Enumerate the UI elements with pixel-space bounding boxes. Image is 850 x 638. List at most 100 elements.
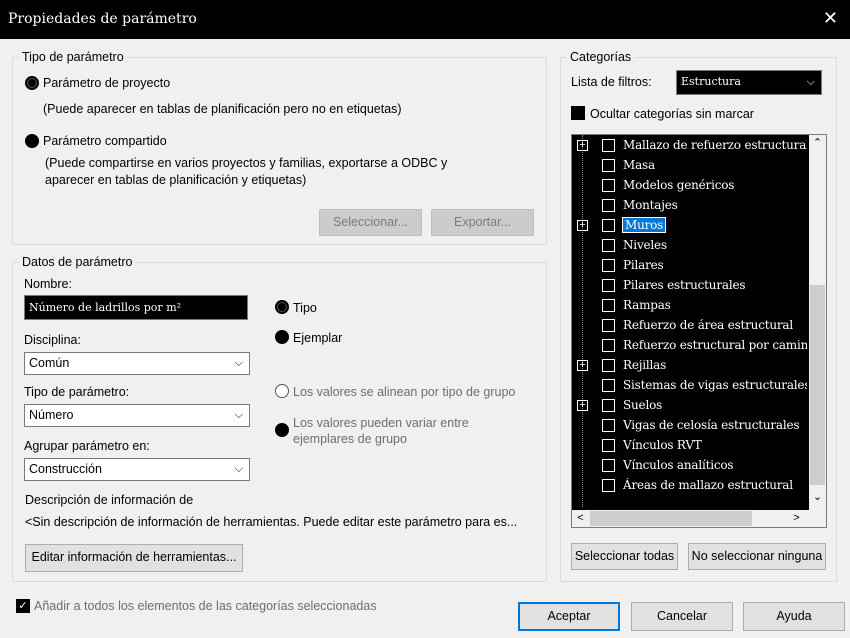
- filtro-label: Lista de filtros:: [571, 75, 652, 89]
- tree-item-label[interactable]: Muros: [621, 217, 667, 233]
- tree-item[interactable]: Pilares: [572, 256, 806, 276]
- compartido-label[interactable]: Parámetro compartido: [43, 134, 167, 148]
- close-icon[interactable]: ✕: [823, 8, 838, 28]
- tree-item-label[interactable]: Suelos: [623, 398, 662, 412]
- tree-item-checkbox[interactable]: [602, 299, 615, 312]
- tree-item-label[interactable]: Refuerzo estructural por camino: [623, 338, 807, 352]
- tree-item-label[interactable]: Vínculos RVT: [623, 438, 702, 452]
- tree-item[interactable]: Vigas de celosía estructurales: [572, 416, 806, 436]
- tree-item[interactable]: Sistemas de vigas estructurales: [572, 376, 807, 396]
- tree-item[interactable]: Niveles: [572, 236, 806, 256]
- tree-item-label[interactable]: Vínculos analíticos: [623, 458, 733, 472]
- tree-item[interactable]: Vínculos RVT: [572, 436, 806, 456]
- no-seleccionar-button[interactable]: No seleccionar ninguna: [688, 543, 826, 570]
- tree-item-checkbox[interactable]: [602, 259, 615, 272]
- seleccionar-todas-button[interactable]: Seleccionar todas: [571, 543, 678, 570]
- tree-item-checkbox[interactable]: [602, 319, 615, 332]
- nombre-input[interactable]: Número de ladrillos por m²: [24, 295, 248, 320]
- tree-item-checkbox[interactable]: [602, 459, 615, 472]
- alinean-radio[interactable]: [275, 384, 289, 398]
- variar-radio[interactable]: [275, 423, 289, 437]
- tree-item-label[interactable]: Pilares: [623, 258, 664, 272]
- tree-item-label[interactable]: Masa: [623, 158, 655, 172]
- tree-item-label[interactable]: Áreas de mallazo estructural: [623, 478, 793, 492]
- tree-item-label[interactable]: Pilares estructurales: [623, 278, 745, 292]
- disciplina-select[interactable]: Común ⌵: [24, 352, 250, 375]
- tree-item-checkbox[interactable]: [602, 139, 615, 152]
- vertical-scrollbar[interactable]: ⌃ ⌄: [809, 135, 826, 510]
- tree-item[interactable]: + Muros: [572, 216, 806, 236]
- proyecto-radio[interactable]: [25, 76, 39, 90]
- tree-item-label[interactable]: Montajes: [623, 198, 678, 212]
- expand-plus-icon[interactable]: +: [577, 400, 588, 411]
- tree-item-checkbox[interactable]: [602, 359, 615, 372]
- tree-item[interactable]: Masa: [572, 156, 806, 176]
- tree-item[interactable]: + Suelos: [572, 396, 806, 416]
- tree-item-label[interactable]: Vigas de celosía estructurales: [623, 418, 799, 432]
- tree-item[interactable]: Pilares estructurales: [572, 276, 806, 296]
- tree-item-label[interactable]: Mallazo de refuerzo estructural: [623, 138, 807, 152]
- ejemplar-radio[interactable]: [275, 330, 289, 344]
- ejemplar-radio-label[interactable]: Ejemplar: [293, 331, 342, 345]
- tree-item-label[interactable]: Rejillas: [623, 358, 666, 372]
- ocultar-label[interactable]: Ocultar categorías sin marcar: [590, 107, 754, 121]
- tree-item-checkbox[interactable]: [602, 159, 615, 172]
- anadir-checkbox[interactable]: ✓: [16, 599, 30, 613]
- ayuda-button[interactable]: Ayuda: [743, 602, 845, 631]
- tree-item-checkbox[interactable]: [602, 419, 615, 432]
- editar-info-button[interactable]: Editar información de herramientas...: [25, 544, 243, 572]
- disciplina-value: Común: [29, 356, 70, 370]
- tree-item-label[interactable]: Niveles: [623, 238, 667, 252]
- aceptar-button[interactable]: Aceptar: [518, 602, 620, 631]
- tree-item-checkbox[interactable]: [602, 379, 615, 392]
- tree-item-checkbox[interactable]: [602, 239, 615, 252]
- expand-plus-icon[interactable]: +: [577, 360, 588, 371]
- tipo-param-select[interactable]: Número ⌵: [24, 404, 250, 427]
- tipo-radio[interactable]: [275, 300, 289, 314]
- exportar-button[interactable]: Exportar...: [431, 209, 534, 236]
- tree-item[interactable]: Refuerzo estructural por camino: [572, 336, 807, 356]
- cancelar-button[interactable]: Cancelar: [631, 602, 733, 631]
- expand-plus-icon[interactable]: +: [577, 220, 588, 231]
- tree-item-label[interactable]: Refuerzo de área estructural: [623, 318, 793, 332]
- filtro-select[interactable]: Estructura ⌵: [676, 70, 822, 95]
- scroll-left-icon[interactable]: <: [572, 510, 589, 527]
- tree-item[interactable]: Vínculos analíticos: [572, 456, 806, 476]
- tree-item-label[interactable]: Sistemas de vigas estructurales: [623, 378, 807, 392]
- tree-item[interactable]: Rampas: [572, 296, 806, 316]
- scroll-up-icon[interactable]: ⌃: [809, 135, 826, 152]
- tree-item-checkbox[interactable]: [602, 399, 615, 412]
- tree-item-checkbox[interactable]: [602, 279, 615, 292]
- compartido-radio[interactable]: [25, 134, 39, 148]
- anadir-label[interactable]: Añadir a todos los elementos de las cate…: [34, 599, 377, 613]
- variar-label-1[interactable]: Los valores pueden variar entre: [293, 416, 469, 430]
- scroll-right-icon[interactable]: >: [788, 510, 805, 527]
- tree-item[interactable]: Refuerzo de área estructural: [572, 316, 806, 336]
- tree-item[interactable]: + Rejillas: [572, 356, 806, 376]
- tree-item-label[interactable]: Modelos genéricos: [623, 178, 734, 192]
- tree-item-checkbox[interactable]: [602, 439, 615, 452]
- horizontal-scroll-thumb[interactable]: [590, 511, 752, 526]
- vertical-scroll-thumb[interactable]: [810, 285, 825, 485]
- tree-item[interactable]: Modelos genéricos: [572, 176, 806, 196]
- tree-item-checkbox[interactable]: [602, 339, 615, 352]
- tipo-radio-label[interactable]: Tipo: [293, 301, 317, 315]
- tree-item[interactable]: Montajes: [572, 196, 806, 216]
- agrupar-value: Construcción: [29, 462, 102, 476]
- tree-item[interactable]: Áreas de mallazo estructural: [572, 476, 806, 496]
- alinean-label[interactable]: Los valores se alinean por tipo de grupo: [293, 385, 515, 399]
- categorias-tree[interactable]: + Mallazo de refuerzo estructural Masa Mode…: [571, 134, 827, 528]
- ocultar-checkbox[interactable]: [571, 106, 585, 120]
- expand-plus-icon[interactable]: +: [577, 140, 588, 151]
- tree-item-checkbox[interactable]: [602, 179, 615, 192]
- horizontal-scrollbar[interactable]: < >: [572, 510, 826, 527]
- tree-item-label[interactable]: Rampas: [623, 298, 671, 312]
- proyecto-label[interactable]: Parámetro de proyecto: [43, 76, 170, 90]
- tree-item[interactable]: + Mallazo de refuerzo estructural: [572, 136, 807, 156]
- tree-item-checkbox[interactable]: [602, 479, 615, 492]
- seleccionar-button[interactable]: Seleccionar...: [319, 209, 422, 236]
- scroll-down-icon[interactable]: ⌄: [809, 489, 826, 506]
- tree-item-checkbox[interactable]: [602, 199, 615, 212]
- agrupar-select[interactable]: Construcción ⌵: [24, 458, 250, 481]
- tree-item-checkbox[interactable]: [602, 219, 615, 232]
